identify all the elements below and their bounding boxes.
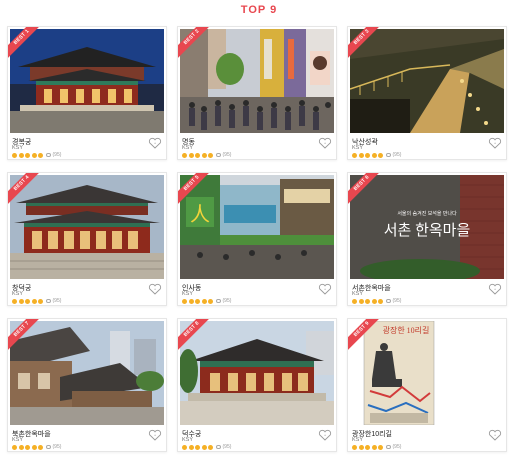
comment-icon	[385, 445, 391, 449]
poster-title: 광장한 10리길	[383, 325, 430, 335]
comment-icon	[45, 299, 51, 303]
heart-icon[interactable]: +	[318, 137, 332, 149]
rating-stars: (95)	[182, 444, 231, 450]
svg-text:+: +	[324, 287, 327, 292]
comment-icon	[45, 153, 51, 157]
comment-count: (95)	[222, 298, 232, 304]
comment-icon	[385, 299, 391, 303]
place-card[interactable]: 서울의 숨겨진 보석을 만나다 서촌 한옥마을 BEST 6 서촌한옥마을 KS…	[347, 172, 507, 306]
comment-count: (95)	[392, 298, 402, 304]
rank-ribbon: BEST 6	[348, 173, 382, 207]
page-title: TOP 9	[240, 4, 278, 16]
svg-text:+: +	[154, 141, 157, 146]
place-author: KSY	[12, 437, 24, 443]
rating-stars: (95)	[182, 152, 231, 158]
rank-ribbon: BEST 8	[178, 319, 212, 353]
heart-icon[interactable]: +	[148, 137, 162, 149]
place-author: KSY	[352, 437, 364, 443]
place-author: KSY	[182, 437, 194, 443]
rank-ribbon: BEST 7	[8, 319, 42, 353]
rating-stars: (95)	[352, 444, 401, 450]
place-author: KSY	[12, 291, 24, 297]
place-author: KSY	[352, 291, 364, 297]
svg-text:+: +	[154, 433, 157, 438]
heart-icon[interactable]: +	[488, 137, 502, 149]
comment-count: (95)	[52, 152, 62, 158]
svg-text:+: +	[324, 433, 327, 438]
heart-icon[interactable]: +	[488, 429, 502, 441]
place-author: KSY	[182, 145, 194, 151]
place-card[interactable]: BEST 4 창덕궁 KSY (95) +	[7, 172, 167, 306]
comment-icon	[215, 153, 221, 157]
svg-text:+: +	[494, 287, 497, 292]
svg-text:+: +	[154, 287, 157, 292]
rating-stars: (95)	[12, 298, 61, 304]
svg-text:+: +	[494, 433, 497, 438]
comment-count: (95)	[52, 298, 62, 304]
heart-icon[interactable]: +	[148, 429, 162, 441]
place-author: KSY	[182, 291, 194, 297]
comment-icon	[385, 153, 391, 157]
comment-count: (95)	[392, 444, 402, 450]
rating-stars: (95)	[352, 152, 401, 158]
place-author: KSY	[352, 145, 364, 151]
rank-ribbon: BEST 4	[8, 173, 42, 207]
overlay-caption-small: 서울의 숨겨진 보석을 만나다	[397, 210, 457, 217]
svg-text:+: +	[324, 141, 327, 146]
rank-ribbon: BEST 9	[348, 319, 382, 353]
rank-ribbon: BEST 2	[178, 27, 212, 61]
comment-icon	[215, 299, 221, 303]
rating-stars: (95)	[352, 298, 401, 304]
heart-icon[interactable]: +	[318, 429, 332, 441]
heart-icon[interactable]: +	[318, 283, 332, 295]
comment-count: (95)	[222, 444, 232, 450]
place-author: KSY	[12, 145, 24, 151]
rank-ribbon: BEST 3	[348, 27, 382, 61]
comment-count: (95)	[52, 444, 62, 450]
place-card[interactable]: 人 BEST 5 인사동 KSY (95) +	[177, 172, 337, 306]
comment-icon	[215, 445, 221, 449]
place-card[interactable]: BEST 8 덕수궁 KSY (95) +	[177, 318, 337, 452]
rating-stars: (95)	[12, 444, 61, 450]
comment-count: (95)	[392, 152, 402, 158]
svg-text:+: +	[494, 141, 497, 146]
place-card[interactable]: BEST 1 경복궁 KSY (95) +	[7, 26, 167, 160]
place-card[interactable]: BEST 7 북촌한옥마을 KSY (95) +	[7, 318, 167, 452]
rank-ribbon: BEST 1	[8, 27, 42, 61]
place-card[interactable]: 광장한 10리길 BEST 9 광장한10리길 KSY (95) +	[347, 318, 507, 452]
place-card[interactable]: BEST 3 낙산성곽 KSY (95) +	[347, 26, 507, 160]
rating-stars: (95)	[12, 152, 61, 158]
rating-stars: (95)	[182, 298, 231, 304]
place-card[interactable]: BEST 2 명동 KSY (95) +	[177, 26, 337, 160]
overlay-caption-big: 서촌 한옥마을	[384, 222, 471, 239]
rank-ribbon: BEST 5	[178, 173, 212, 207]
heart-icon[interactable]: +	[488, 283, 502, 295]
heart-icon[interactable]: +	[148, 283, 162, 295]
comment-icon	[45, 445, 51, 449]
comment-count: (95)	[222, 152, 232, 158]
